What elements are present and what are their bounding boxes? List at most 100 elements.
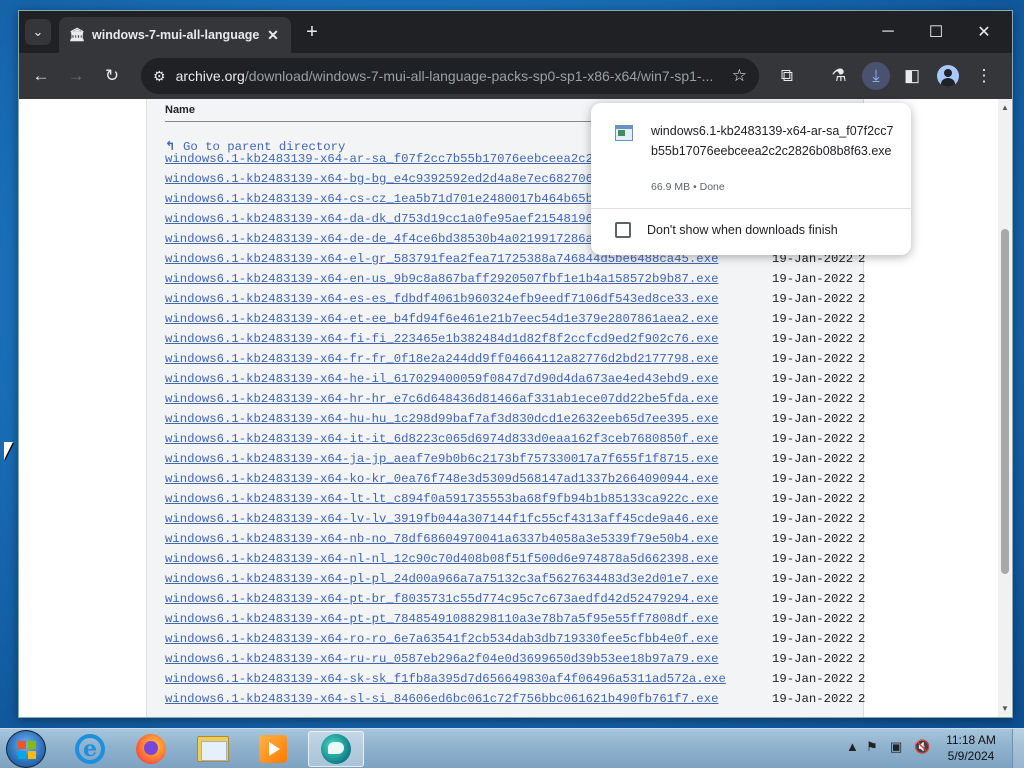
tab-search-button[interactable]: ⌄ xyxy=(25,19,51,45)
file-date: 19-Jan-2022 xyxy=(772,272,854,286)
tab-active[interactable]: 🏛 windows-7-mui-all-language-packs-sp0-s… xyxy=(59,17,291,53)
scroll-down-arrow-icon[interactable]: ▼ xyxy=(1000,704,1010,713)
file-link[interactable]: windows6.1-kb2483139-x64-et-ee_b4fd94f6e… xyxy=(165,312,718,326)
maximize-button[interactable]: ☐ xyxy=(913,11,959,53)
show-hidden-icons-icon[interactable]: ▲ xyxy=(846,739,859,754)
file-link[interactable]: windows6.1-kb2483139-x64-lv-lv_3919fb044… xyxy=(165,512,718,526)
scrollbar-thumb[interactable] xyxy=(1001,229,1009,574)
file-link[interactable]: windows6.1-kb2483139-x64-ro-ro_6e7a63541… xyxy=(165,632,718,646)
file-link[interactable]: windows6.1-kb2483139-x64-pt-pt_784854910… xyxy=(165,612,718,626)
bookmark-star-icon[interactable]: ☆ xyxy=(732,66,747,86)
file-link[interactable]: windows6.1-kb2483139-x64-it-it_6d8223c06… xyxy=(165,432,718,446)
file-size: 2 xyxy=(858,392,866,406)
file-size: 2 xyxy=(858,652,866,666)
file-link[interactable]: windows6.1-kb2483139-x64-fr-fr_0f18e2a24… xyxy=(165,352,718,366)
show-desktop-button[interactable] xyxy=(1012,729,1024,768)
table-row: windows6.1-kb2483139-x64-en-us_9b9c8a867… xyxy=(165,269,865,289)
mouse-cursor xyxy=(4,442,13,460)
start-button[interactable] xyxy=(6,730,46,768)
taskbar-clock[interactable]: 11:18 AM 5/9/2024 xyxy=(940,732,1002,764)
close-window-button[interactable]: ✕ xyxy=(961,11,1007,53)
table-row: windows6.1-kb2483139-x64-hu-hu_1c298d99b… xyxy=(165,409,865,429)
file-link[interactable]: windows6.1-kb2483139-x64-en-us_9b9c8a867… xyxy=(165,272,718,286)
menu-button[interactable]: ⋮ xyxy=(970,62,998,90)
file-size: 2 xyxy=(858,432,866,446)
download-filename[interactable]: windows6.1-kb2483139-x64-ar-sa_f07f2cc7b… xyxy=(651,121,896,161)
new-tab-button[interactable]: + xyxy=(300,21,324,45)
reload-button[interactable]: ↻ xyxy=(98,62,126,90)
file-size: 2 xyxy=(858,572,866,586)
table-row: windows6.1-kb2483139-x64-ja-jp_aeaf7e9b0… xyxy=(165,449,865,469)
site-info-icon[interactable]: ⚙ xyxy=(153,68,166,85)
file-link[interactable]: windows6.1-kb2483139-x64-hu-hu_1c298d99b… xyxy=(165,412,718,426)
file-link[interactable]: windows6.1-kb2483139-x64-nl-nl_12c90c70d… xyxy=(165,552,718,566)
taskbar-file-explorer[interactable] xyxy=(185,731,241,767)
profile-button[interactable] xyxy=(934,62,962,90)
file-link[interactable]: windows6.1-kb2483139-x64-lt-lt_c894f0a59… xyxy=(165,492,718,506)
table-row: windows6.1-kb2483139-x64-fi-fi_223465e1b… xyxy=(165,329,865,349)
archive-building-icon: 🏛 xyxy=(69,27,86,42)
file-link[interactable]: windows6.1-kb2483139-x64-hr-hr_e7c6d6484… xyxy=(165,392,718,406)
file-explorer-icon xyxy=(197,736,229,762)
taskbar-media-player[interactable] xyxy=(245,731,301,767)
address-url[interactable]: archive.org/download/windows-7-mui-all-l… xyxy=(176,68,724,84)
dont-show-checkbox[interactable] xyxy=(615,222,631,238)
file-link[interactable]: windows6.1-kb2483139-x64-nb-no_78df68604… xyxy=(165,532,718,546)
table-row: windows6.1-kb2483139-x64-sk-sk_f1fb8a395… xyxy=(165,669,865,689)
volume-muted-icon[interactable]: 🔇 xyxy=(914,739,930,755)
taskbar-internet-explorer[interactable]: e xyxy=(62,731,118,767)
file-size: 2 xyxy=(858,612,866,626)
taskbar-chat-app[interactable] xyxy=(308,731,364,767)
table-row: windows6.1-kb2483139-x64-pt-pt_784854910… xyxy=(165,609,865,629)
file-size: 2 xyxy=(858,552,866,566)
file-date: 19-Jan-2022 xyxy=(772,532,854,546)
file-size: 2 xyxy=(858,512,866,526)
file-size: 2 xyxy=(858,492,866,506)
file-date: 19-Jan-2022 xyxy=(772,332,854,346)
forward-button[interactable]: → xyxy=(62,62,90,90)
file-link[interactable]: windows6.1-kb2483139-x64-sk-sk_f1fb8a395… xyxy=(165,672,726,686)
file-link[interactable]: windows6.1-kb2483139-x64-pt-br_f8035731c… xyxy=(165,592,718,606)
table-row: windows6.1-kb2483139-x64-nb-no_78df68604… xyxy=(165,529,865,549)
action-center-flag-icon[interactable]: ⚑ xyxy=(866,739,878,755)
side-panel-button[interactable]: ◧ xyxy=(898,62,926,90)
avatar-icon xyxy=(937,65,959,87)
file-link[interactable]: windows6.1-kb2483139-x64-pl-pl_24d00a966… xyxy=(165,572,718,586)
file-link[interactable]: windows6.1-kb2483139-x64-sl-si_84606ed6b… xyxy=(165,692,718,706)
clock-time: 11:18 AM xyxy=(946,733,996,747)
file-link[interactable]: windows6.1-kb2483139-x64-fi-fi_223465e1b… xyxy=(165,332,718,346)
minimize-button[interactable]: ─ xyxy=(865,11,911,53)
windows-logo-icon xyxy=(18,741,36,759)
back-button[interactable]: ← xyxy=(27,62,55,90)
kebab-menu-icon: ⋮ xyxy=(975,66,993,85)
download-meta: 66.9 MB • Done xyxy=(651,181,725,193)
file-link[interactable]: windows6.1-kb2483139-x64-ja-jp_aeaf7e9b0… xyxy=(165,452,718,466)
file-size: 2 xyxy=(858,332,866,346)
tab-close-icon[interactable]: ✕ xyxy=(265,27,281,44)
file-link[interactable]: windows6.1-kb2483139-x64-es-es_fdbdf4061… xyxy=(165,292,718,306)
network-icon[interactable]: ▣ xyxy=(890,739,902,755)
extensions-button[interactable]: ⧉ xyxy=(773,62,801,90)
file-date: 19-Jan-2022 xyxy=(772,492,854,506)
table-row: windows6.1-kb2483139-x64-hr-hr_e7c6d6484… xyxy=(165,389,865,409)
file-size: 2 xyxy=(858,472,866,486)
address-bar[interactable]: ⚙ archive.org/download/windows-7-mui-all… xyxy=(141,58,759,94)
table-row: windows6.1-kb2483139-x64-lv-lv_3919fb044… xyxy=(165,509,865,529)
column-header-name[interactable]: Name xyxy=(165,104,195,116)
table-row: windows6.1-kb2483139-x64-nl-nl_12c90c70d… xyxy=(165,549,865,569)
scroll-up-arrow-icon[interactable]: ▲ xyxy=(1000,103,1010,112)
file-link[interactable]: windows6.1-kb2483139-x64-ru-ru_0587eb296… xyxy=(165,652,718,666)
downloads-button[interactable]: ⤓ xyxy=(862,62,890,90)
labs-button[interactable]: ⚗ xyxy=(825,62,853,90)
file-link[interactable]: windows6.1-kb2483139-x64-he-il_617029400… xyxy=(165,372,718,386)
file-date: 19-Jan-2022 xyxy=(772,372,854,386)
file-date: 19-Jan-2022 xyxy=(772,552,854,566)
exe-file-icon xyxy=(615,125,633,141)
file-date: 19-Jan-2022 xyxy=(772,312,854,326)
reload-icon: ↻ xyxy=(104,66,120,85)
page-scrollbar[interactable]: ▲ ▼ xyxy=(998,99,1012,717)
taskbar-firefox[interactable] xyxy=(123,731,179,767)
dont-show-label[interactable]: Don't show when downloads finish xyxy=(647,223,838,237)
side-panel-icon: ◧ xyxy=(903,66,921,85)
file-link[interactable]: windows6.1-kb2483139-x64-ko-kr_0ea76f748… xyxy=(165,472,718,486)
